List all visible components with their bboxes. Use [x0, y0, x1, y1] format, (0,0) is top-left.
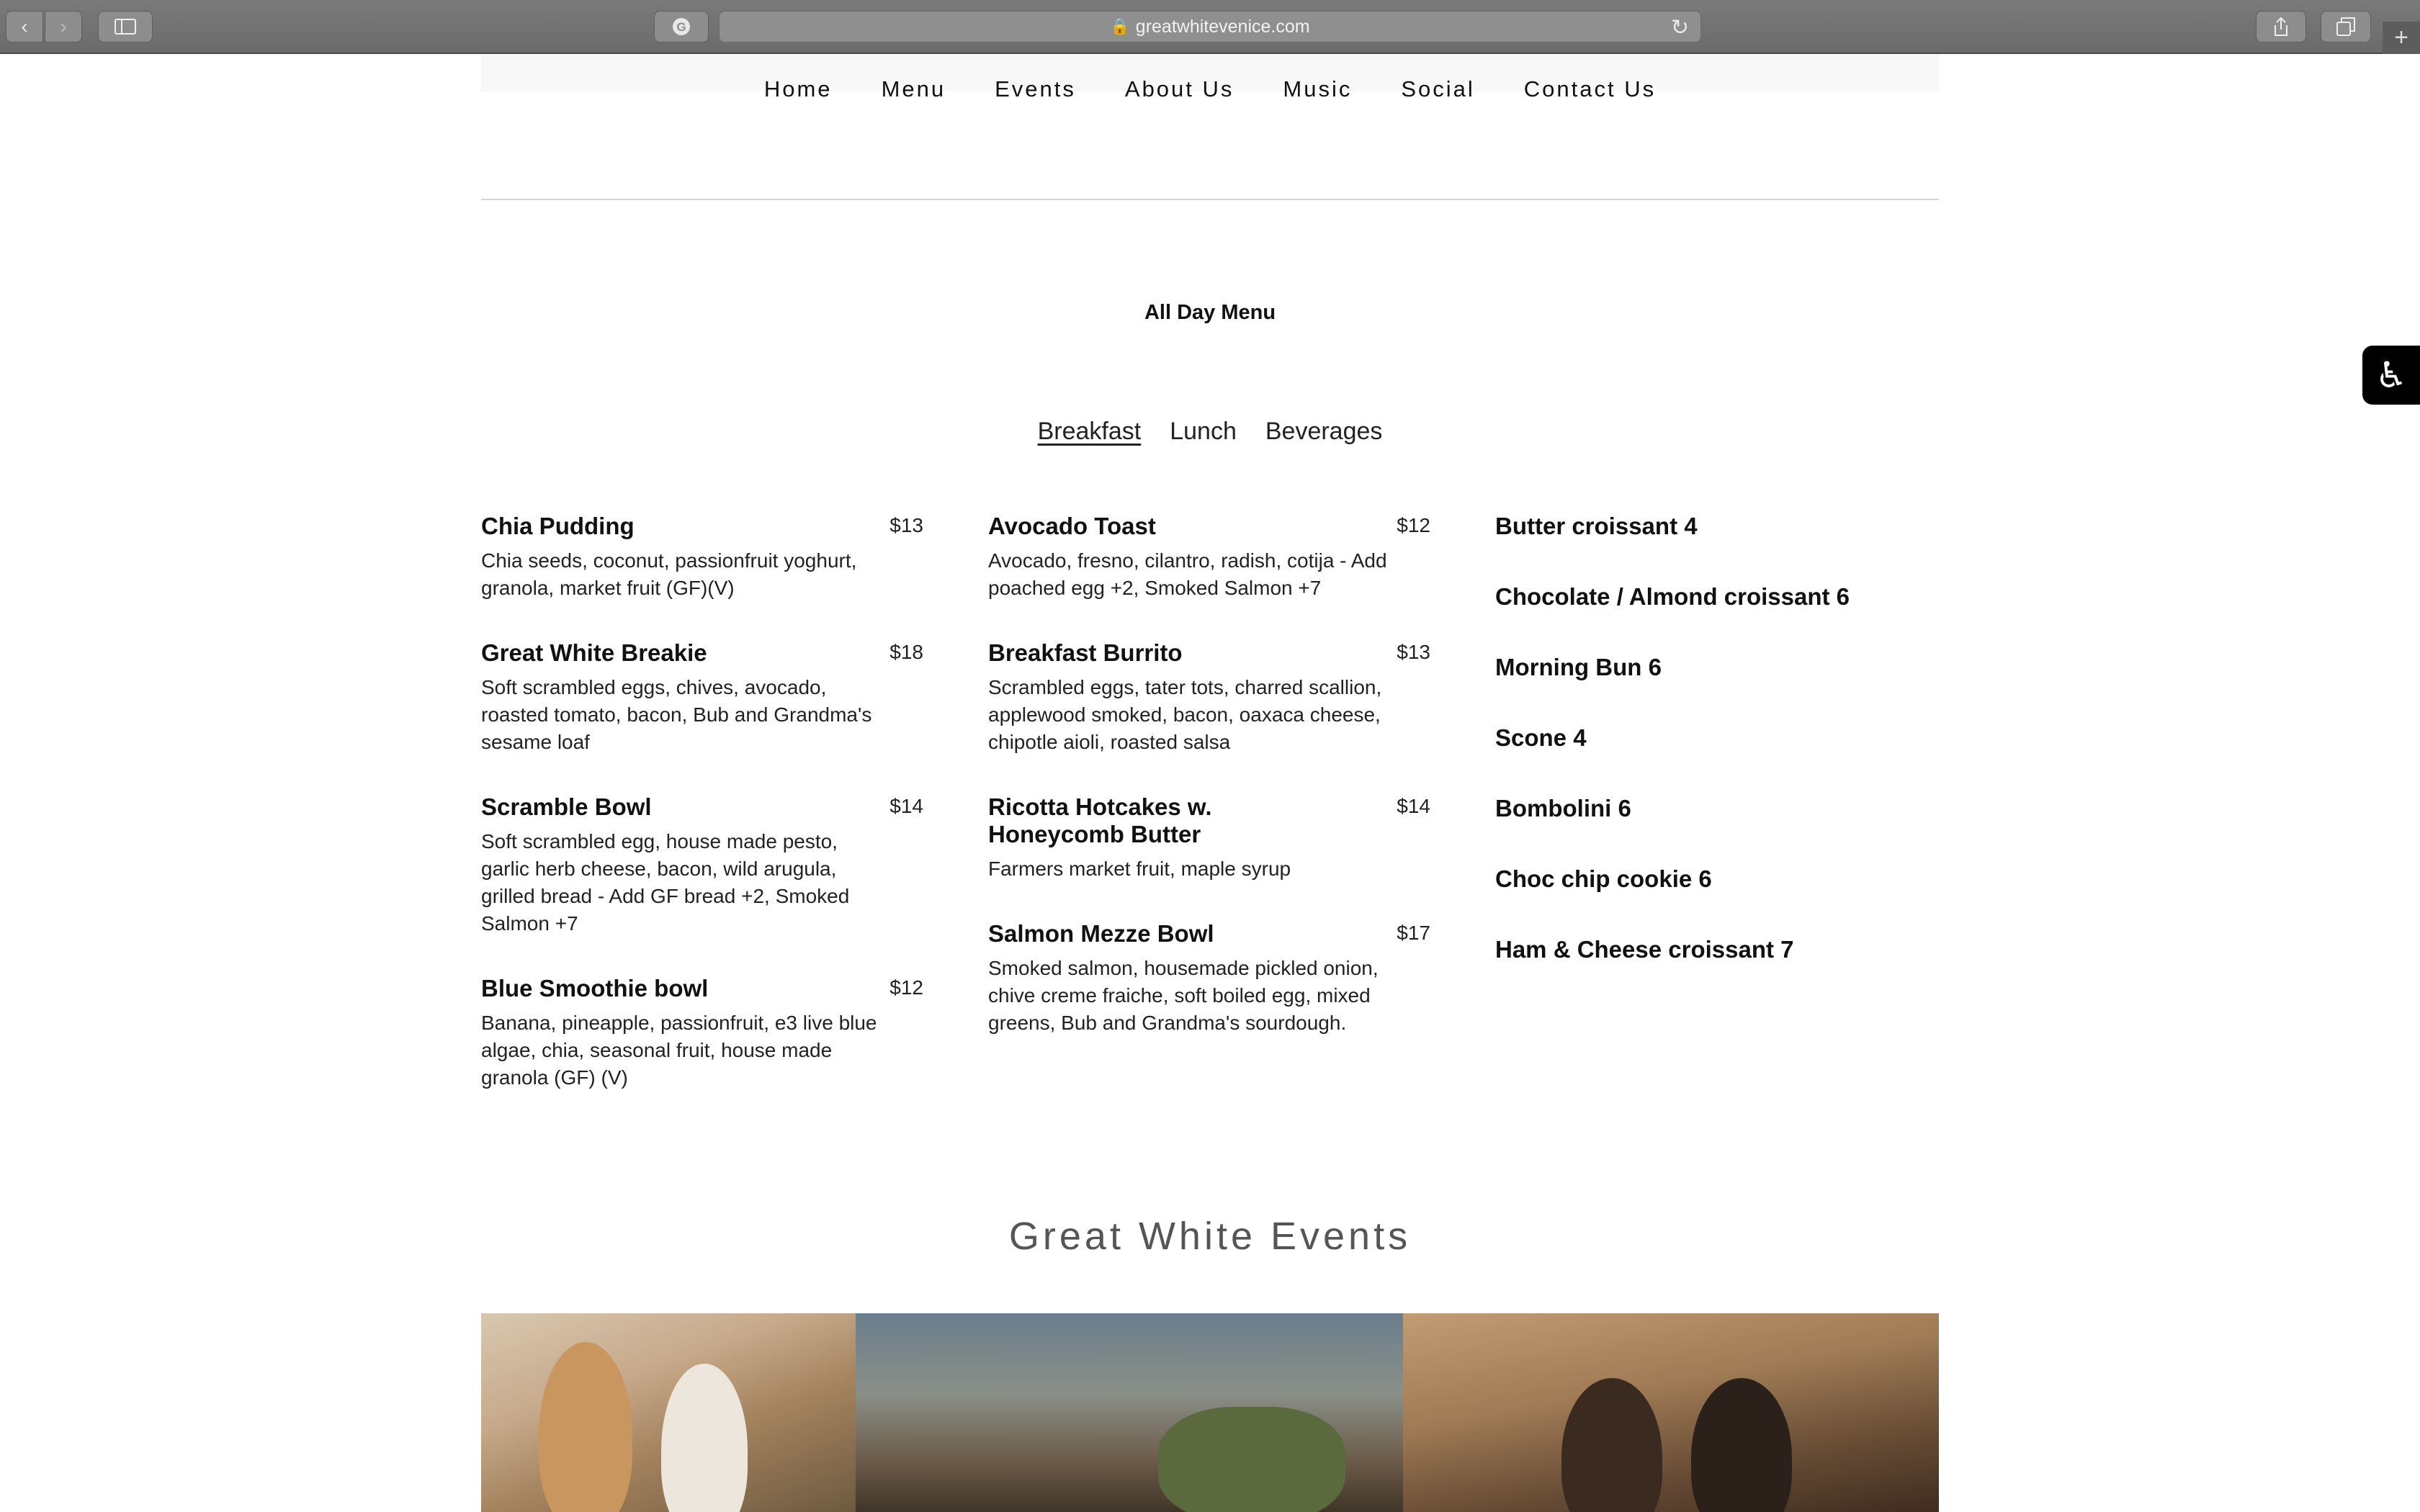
item-description: Avocado, fresno, cilantro, radish, cotij… — [988, 549, 1387, 599]
forward-button[interactable]: › — [45, 11, 82, 42]
item-description: Scrambled eggs, tater tots, charred scal… — [988, 676, 1382, 753]
item-description: Soft scrambled eggs, chives, avocado, ro… — [481, 676, 872, 753]
url-text: greatwhitevenice.com — [1135, 16, 1310, 37]
item-description: Soft scrambled egg, house made pesto, ga… — [481, 830, 850, 935]
share-button[interactable] — [2256, 11, 2306, 42]
menu-item: Chia Pudding $13 Chia seeds, coconut, pa… — [481, 513, 923, 602]
item-price: $13 — [1397, 641, 1430, 663]
tab-breakfast[interactable]: Breakfast — [1038, 413, 1142, 449]
item-price: $18 — [889, 641, 923, 663]
nav-social[interactable]: Social — [1401, 69, 1474, 109]
item-name: Great White Breakie — [481, 639, 707, 666]
item-name: Chia Pudding — [481, 513, 635, 539]
events-heading: Great White Events — [1008, 1215, 1412, 1258]
section-divider — [481, 199, 1939, 200]
nav-contact-us[interactable]: Contact Us — [1524, 69, 1656, 109]
plus-icon: + — [2394, 24, 2408, 51]
pastry-item: Scone 4 — [1495, 724, 1587, 751]
menu-item: Salmon Mezze Bowl $17 Smoked salmon, hou… — [988, 920, 1430, 1037]
main-nav: Home Menu Events About Us Music Social C… — [0, 69, 2420, 109]
nav-about-us[interactable]: About Us — [1125, 69, 1234, 109]
menu-title: All Day Menu — [1144, 301, 1276, 324]
pastry-item: Ham & Cheese croissant 7 — [1495, 936, 1794, 963]
nav-music[interactable]: Music — [1283, 69, 1352, 109]
item-name: Avocado Toast — [988, 513, 1156, 539]
item-price: $12 — [1397, 514, 1430, 536]
item-description: Smoked salmon, housemade pickled onion, … — [988, 957, 1379, 1034]
reload-icon[interactable]: ↻ — [1671, 15, 1689, 40]
chevron-right-icon: › — [60, 15, 67, 37]
item-price: $14 — [1397, 795, 1430, 817]
events-gallery — [481, 1313, 1939, 1512]
tabs-button[interactable] — [2321, 11, 2371, 42]
menu-column-1: Chia Pudding $13 Chia seeds, coconut, pa… — [481, 513, 923, 1129]
item-name: Scramble Bowl — [481, 793, 652, 820]
item-description: Chia seeds, coconut, passionfruit yoghur… — [481, 549, 857, 599]
item-name: Salmon Mezze Bowl — [988, 920, 1214, 947]
grammarly-icon: G — [673, 18, 690, 35]
browser-toolbar: ‹ › G 🔒 greatwhitevenice.com ↻ + — [0, 0, 2420, 54]
accessibility-button[interactable]: ♿ — [2362, 346, 2420, 405]
menu-item: Breakfast Burrito $13 Scrambled eggs, ta… — [988, 639, 1430, 756]
nav-events[interactable]: Events — [995, 69, 1076, 109]
new-tab-button[interactable]: + — [2383, 22, 2420, 54]
pastry-item: Chocolate / Almond croissant 6 — [1495, 583, 1850, 610]
menu-column-2: Avocado Toast $12 Avocado, fresno, cilan… — [988, 513, 1430, 1074]
lock-icon: 🔒 — [1110, 17, 1130, 35]
pastry-item: Choc chip cookie 6 — [1495, 865, 1712, 892]
tab-lunch[interactable]: Lunch — [1170, 413, 1237, 449]
back-button[interactable]: ‹ — [6, 11, 43, 42]
pastry-item: Butter croissant 4 — [1495, 513, 1698, 539]
tabs-icon — [2336, 17, 2355, 36]
menu-tabs: Breakfast Lunch Beverages — [0, 413, 2420, 449]
svg-text:G: G — [676, 20, 686, 34]
pastry-item: Bombolini 6 — [1495, 795, 1631, 822]
event-photo[interactable] — [856, 1313, 1403, 1512]
item-name: Ricotta Hotcakes w. Honeycomb Butter — [988, 793, 1212, 847]
share-icon — [2275, 17, 2287, 36]
pastry-list: Butter croissant 4 Chocolate / Almond cr… — [1495, 513, 1939, 1007]
accessibility-icon: ♿ — [2375, 355, 2408, 395]
item-price: $13 — [889, 514, 923, 536]
item-price: $17 — [1397, 922, 1430, 944]
menu-item: Scramble Bowl $14 Soft scrambled egg, ho… — [481, 793, 923, 937]
extension-button[interactable]: G — [654, 11, 709, 42]
item-price: $12 — [889, 976, 923, 999]
menu-item: Blue Smoothie bowl $12 Banana, pineapple… — [481, 975, 923, 1092]
tab-beverages[interactable]: Beverages — [1265, 413, 1383, 449]
sidebar-button[interactable] — [98, 11, 153, 42]
nav-home[interactable]: Home — [764, 69, 833, 109]
item-name: Breakfast Burrito — [988, 639, 1183, 666]
menu-item: Great White Breakie $18 Soft scrambled e… — [481, 639, 923, 756]
nav-menu[interactable]: Menu — [882, 69, 946, 109]
menu-item: Ricotta Hotcakes w. Honeycomb Butter $14… — [988, 793, 1430, 883]
item-price: $14 — [889, 795, 923, 817]
item-description: Farmers market fruit, maple syrup — [988, 858, 1291, 880]
chevron-left-icon: ‹ — [21, 15, 28, 37]
address-bar[interactable]: 🔒 greatwhitevenice.com ↻ — [719, 11, 1701, 42]
item-description: Banana, pineapple, passionfruit, e3 live… — [481, 1012, 877, 1089]
item-name: Blue Smoothie bowl — [481, 975, 709, 1002]
event-photo[interactable] — [481, 1313, 856, 1512]
event-photo[interactable] — [1403, 1313, 1939, 1512]
pastry-item: Morning Bun 6 — [1495, 654, 1662, 680]
sidebar-icon — [115, 19, 136, 35]
menu-item: Avocado Toast $12 Avocado, fresno, cilan… — [988, 513, 1430, 602]
